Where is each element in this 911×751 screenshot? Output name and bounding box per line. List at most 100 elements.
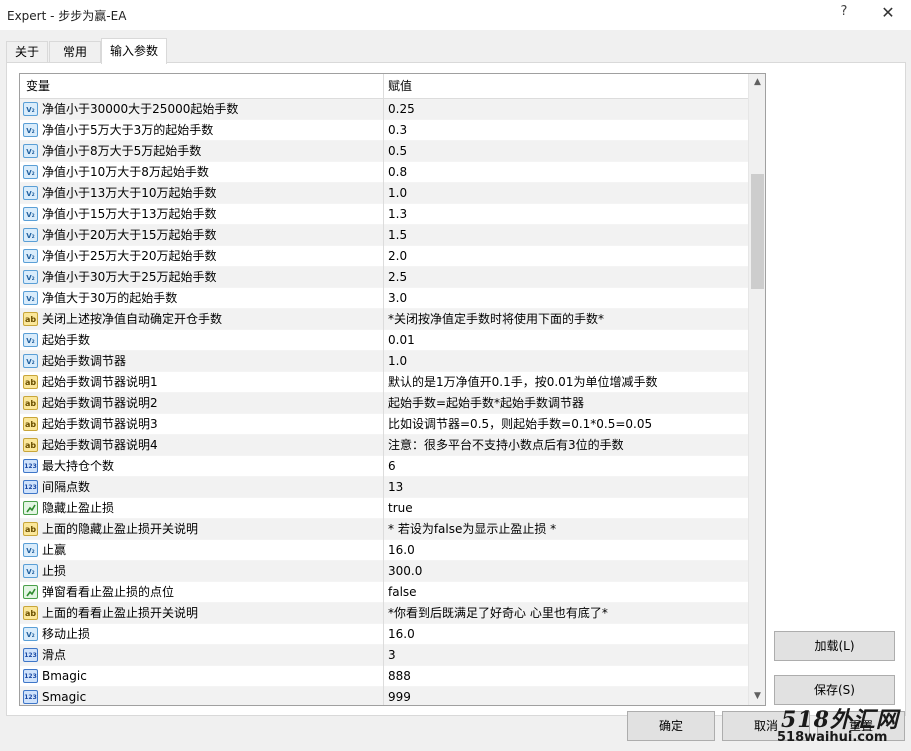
table-row[interactable]: V₂ 移动止损 16.0 [20, 624, 748, 645]
table-row[interactable]: ab 起始手数调节器说明3 比如设调节器=0.5，则起始手数=0.1*0.5=0.0… [20, 414, 748, 435]
value-cell[interactable]: true [384, 498, 748, 519]
table-row[interactable]: V₂ 净值小于30万大于25万起始手数 2.5 [20, 267, 748, 288]
value-cell[interactable]: 300.0 [384, 561, 748, 582]
close-icon[interactable]: ✕ [877, 3, 899, 25]
value-cell[interactable]: 3 [384, 645, 748, 666]
value-cell[interactable]: *你看到后既满足了好奇心 心里也有底了* [384, 603, 748, 624]
value-cell[interactable]: 1.5 [384, 225, 748, 246]
value-cell[interactable]: 比如设调节器=0.5，则起始手数=0.1*0.5=0.05 [384, 414, 748, 435]
table-row[interactable]: 123 间隔点数 13 [20, 477, 748, 498]
table-row[interactable]: 123 滑点 3 [20, 645, 748, 666]
table-row[interactable]: ab 起始手数调节器说明4 注意：很多平台不支持小数点后有3位的手数 [20, 435, 748, 456]
variable-name-cell[interactable]: ab 上面的看看止盈止损开关说明 [20, 603, 383, 624]
table-row[interactable]: 123 Smagic 999 [20, 687, 748, 705]
load-button[interactable]: 加载(L) [774, 631, 895, 661]
tab-inputs[interactable]: 输入参数 [101, 38, 167, 64]
table-row[interactable]: V₂ 净值小于20万大于15万起始手数 1.5 [20, 225, 748, 246]
table-row[interactable]: ab 上面的看看止盈止损开关说明 *你看到后既满足了好奇心 心里也有底了* [20, 603, 748, 624]
table-row[interactable]: 123 最大持仓个数 6 [20, 456, 748, 477]
table-row[interactable]: 隐藏止盈止损 true [20, 498, 748, 519]
variable-name-cell[interactable]: V₂ 止损 [20, 561, 383, 582]
value-cell[interactable]: 999 [384, 687, 748, 705]
column-header-value[interactable]: 赋值 [384, 74, 748, 99]
tab-about[interactable]: 关于 [6, 41, 48, 63]
value-cell[interactable]: 6 [384, 456, 748, 477]
scrollbar-thumb[interactable] [751, 174, 764, 289]
value-cell[interactable]: * 若设为false为显示止盈止损 * [384, 519, 748, 540]
variable-name-cell[interactable]: 弹窗看看止盈止损的点位 [20, 582, 383, 603]
value-cell[interactable]: 2.0 [384, 246, 748, 267]
table-row[interactable]: 弹窗看看止盈止损的点位 false [20, 582, 748, 603]
vertical-scrollbar[interactable]: ▲ ▼ [748, 74, 765, 705]
variable-name-cell[interactable]: V₂ 净值小于20万大于15万起始手数 [20, 225, 383, 246]
variable-name-cell[interactable]: V₂ 净值小于5万大于3万的起始手数 [20, 120, 383, 141]
table-row[interactable]: ab 起始手数调节器说明2 起始手数=起始手数*起始手数调节器 [20, 393, 748, 414]
table-row[interactable]: V₂ 止赢 16.0 [20, 540, 748, 561]
variable-name-cell[interactable]: V₂ 起始手数调节器 [20, 351, 383, 372]
table-row[interactable]: V₂ 起始手数调节器 1.0 [20, 351, 748, 372]
variable-name-cell[interactable]: 123 滑点 [20, 645, 383, 666]
value-cell[interactable]: 注意：很多平台不支持小数点后有3位的手数 [384, 435, 748, 456]
value-cell[interactable]: 16.0 [384, 624, 748, 645]
table-row[interactable]: V₂ 净值小于25万大于20万起始手数 2.0 [20, 246, 748, 267]
table-row[interactable]: V₂ 净值小于15万大于13万起始手数 1.3 [20, 204, 748, 225]
variable-name-cell[interactable]: V₂ 净值大于30万的起始手数 [20, 288, 383, 309]
value-cell[interactable]: *关闭按净值定手数时将使用下面的手数* [384, 309, 748, 330]
value-cell[interactable]: 2.5 [384, 267, 748, 288]
value-cell[interactable]: 0.5 [384, 141, 748, 162]
table-row[interactable]: V₂ 净值小于10万大于8万起始手数 0.8 [20, 162, 748, 183]
table-row[interactable]: ab 上面的隐藏止盈止损开关说明 * 若设为false为显示止盈止损 * [20, 519, 748, 540]
column-header-variable[interactable]: 变量 [20, 74, 383, 99]
value-cell[interactable]: false [384, 582, 748, 603]
variable-name-cell[interactable]: 123 间隔点数 [20, 477, 383, 498]
variable-name-cell[interactable]: V₂ 净值小于13万大于10万起始手数 [20, 183, 383, 204]
variable-name-cell[interactable]: ab 起始手数调节器说明2 [20, 393, 383, 414]
table-row[interactable]: ab 关闭上述按净值自动确定开仓手数 *关闭按净值定手数时将使用下面的手数* [20, 309, 748, 330]
value-cell[interactable]: 默认的是1万净值开0.1手，按0.01为单位增减手数 [384, 372, 748, 393]
variable-name-cell[interactable]: V₂ 起始手数 [20, 330, 383, 351]
table-row[interactable]: V₂ 净值小于5万大于3万的起始手数 0.3 [20, 120, 748, 141]
table-row[interactable]: V₂ 净值小于13万大于10万起始手数 1.0 [20, 183, 748, 204]
value-cell[interactable]: 起始手数=起始手数*起始手数调节器 [384, 393, 748, 414]
variable-name-cell[interactable]: ab 起始手数调节器说明1 [20, 372, 383, 393]
ok-button[interactable]: 确定 [627, 711, 715, 741]
table-row[interactable]: ab 起始手数调节器说明1 默认的是1万净值开0.1手，按0.01为单位增减手数 [20, 372, 748, 393]
variable-name-cell[interactable]: 隐藏止盈止损 [20, 498, 383, 519]
variable-name-cell[interactable]: V₂ 净值小于30万大于25万起始手数 [20, 267, 383, 288]
table-row[interactable]: V₂ 净值小于8万大于5万起始手数 0.5 [20, 141, 748, 162]
variable-name-cell[interactable]: V₂ 净值小于10万大于8万起始手数 [20, 162, 383, 183]
table-row[interactable]: 123 Bmagic 888 [20, 666, 748, 687]
value-cell[interactable]: 0.3 [384, 120, 748, 141]
help-icon[interactable]: ? [834, 4, 854, 24]
variable-name-cell[interactable]: V₂ 净值小于30000大于25000起始手数 [20, 99, 383, 120]
variable-name-cell[interactable]: 123 Smagic [20, 687, 383, 705]
value-cell[interactable]: 16.0 [384, 540, 748, 561]
value-cell[interactable]: 1.0 [384, 351, 748, 372]
table-row[interactable]: V₂ 止损 300.0 [20, 561, 748, 582]
value-cell[interactable]: 13 [384, 477, 748, 498]
value-cell[interactable]: 1.0 [384, 183, 748, 204]
variable-name-cell[interactable]: ab 起始手数调节器说明3 [20, 414, 383, 435]
variable-name-cell[interactable]: ab 关闭上述按净值自动确定开仓手数 [20, 309, 383, 330]
variable-name-cell[interactable]: ab 上面的隐藏止盈止损开关说明 [20, 519, 383, 540]
value-cell[interactable]: 0.01 [384, 330, 748, 351]
variable-name-cell[interactable]: V₂ 净值小于15万大于13万起始手数 [20, 204, 383, 225]
value-cell[interactable]: 3.0 [384, 288, 748, 309]
tab-common[interactable]: 常用 [49, 41, 101, 63]
variable-name-cell[interactable]: V₂ 止赢 [20, 540, 383, 561]
variable-name-cell[interactable]: V₂ 净值小于8万大于5万起始手数 [20, 141, 383, 162]
value-cell[interactable]: 1.3 [384, 204, 748, 225]
value-cell[interactable]: 888 [384, 666, 748, 687]
value-cell[interactable]: 0.25 [384, 99, 748, 120]
variable-name-cell[interactable]: 123 最大持仓个数 [20, 456, 383, 477]
table-row[interactable]: V₂ 净值大于30万的起始手数 3.0 [20, 288, 748, 309]
variable-name-cell[interactable]: V₂ 移动止损 [20, 624, 383, 645]
scroll-down-arrow-icon[interactable]: ▼ [749, 688, 765, 705]
variable-name-cell[interactable]: V₂ 净值小于25万大于20万起始手数 [20, 246, 383, 267]
table-row[interactable]: V₂ 起始手数 0.01 [20, 330, 748, 351]
scroll-up-arrow-icon[interactable]: ▲ [749, 74, 765, 91]
variable-name-cell[interactable]: ab 起始手数调节器说明4 [20, 435, 383, 456]
value-cell[interactable]: 0.8 [384, 162, 748, 183]
variable-name-cell[interactable]: 123 Bmagic [20, 666, 383, 687]
table-row[interactable]: V₂ 净值小于30000大于25000起始手数 0.25 [20, 99, 748, 120]
